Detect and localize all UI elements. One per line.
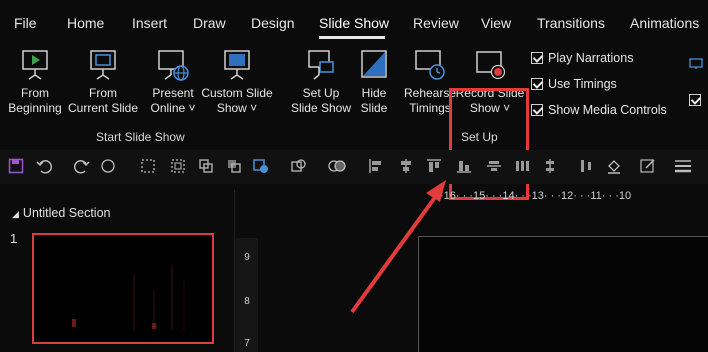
annotation-arrow [350, 180, 446, 314]
